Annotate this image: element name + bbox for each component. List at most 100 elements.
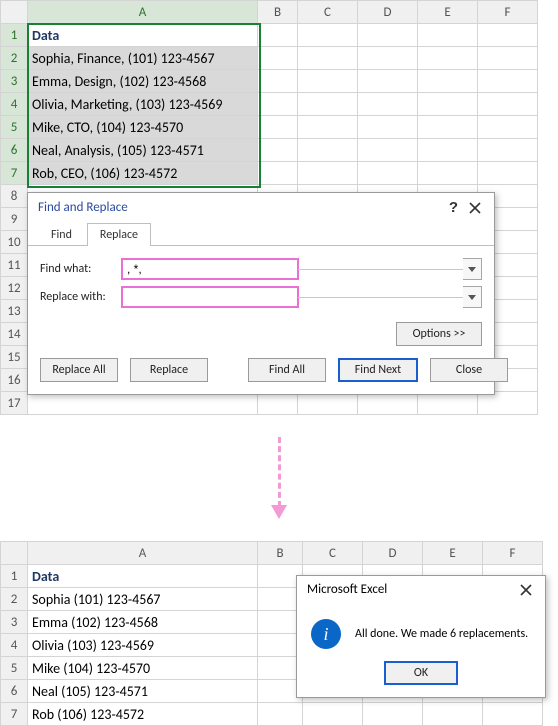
cell[interactable] (418, 116, 478, 139)
cell[interactable] (258, 93, 298, 116)
cell[interactable] (363, 703, 423, 726)
row-header[interactable]: 1 (1, 565, 28, 588)
row-header[interactable]: 5 (1, 116, 28, 139)
ok-button[interactable]: OK (384, 661, 458, 685)
row-header[interactable]: 16 (1, 369, 28, 392)
cell[interactable] (423, 703, 483, 726)
replace-with-dropdown[interactable] (463, 286, 482, 308)
cell[interactable]: Olivia (103) 123-4569 (28, 634, 258, 657)
cell[interactable] (298, 24, 358, 47)
row-header[interactable]: 4 (1, 634, 28, 657)
close-icon[interactable] (464, 201, 486, 215)
row-header[interactable]: 3 (1, 611, 28, 634)
row-header[interactable]: 14 (1, 323, 28, 346)
cell[interactable] (478, 70, 538, 93)
cell[interactable]: Emma (102) 123-4568 (28, 611, 258, 634)
cell[interactable]: Sophia (101) 123-4567 (28, 588, 258, 611)
cell[interactable] (258, 47, 298, 70)
cell[interactable] (478, 139, 538, 162)
row-header[interactable]: 2 (1, 47, 28, 70)
cell[interactable] (418, 47, 478, 70)
cell[interactable] (258, 703, 303, 726)
column-header[interactable]: C (303, 542, 363, 565)
cell[interactable] (298, 162, 358, 185)
column-header[interactable]: B (258, 1, 298, 24)
row-header[interactable]: 17 (1, 392, 28, 415)
row-header[interactable]: 7 (1, 162, 28, 185)
cell[interactable]: Rob (106) 123-4572 (28, 703, 258, 726)
find-what-input[interactable] (122, 259, 298, 279)
cell[interactable] (358, 24, 418, 47)
cell[interactable] (358, 116, 418, 139)
column-header[interactable]: F (478, 1, 538, 24)
cell[interactable] (258, 116, 298, 139)
cell[interactable] (298, 139, 358, 162)
row-header[interactable]: 6 (1, 680, 28, 703)
cell[interactable] (298, 93, 358, 116)
row-header[interactable]: 12 (1, 277, 28, 300)
cell[interactable] (298, 116, 358, 139)
cell[interactable]: Neal (105) 123-4571 (28, 680, 258, 703)
cell[interactable] (418, 70, 478, 93)
tab-replace[interactable]: Replace (87, 223, 151, 246)
cell[interactable] (418, 162, 478, 185)
row-header[interactable]: 5 (1, 657, 28, 680)
cell[interactable]: Emma, Design, (102) 123-4568 (28, 70, 258, 93)
cell[interactable]: Data (28, 565, 258, 588)
column-header[interactable]: D (358, 1, 418, 24)
cell[interactable] (358, 162, 418, 185)
row-header[interactable]: 8 (1, 185, 28, 208)
help-icon[interactable]: ? (443, 199, 464, 216)
cell[interactable] (358, 139, 418, 162)
cell[interactable] (258, 162, 298, 185)
cell[interactable] (478, 93, 538, 116)
cell[interactable]: Sophia, Finance, (101) 123-4567 (28, 47, 258, 70)
replace-with-input[interactable] (122, 287, 298, 307)
find-all-button[interactable]: Find All (248, 358, 326, 382)
options-button[interactable]: Options >> (396, 322, 482, 346)
cell[interactable] (358, 47, 418, 70)
cell[interactable]: Rob, CEO, (106) 123-4572 (28, 162, 258, 185)
find-next-button[interactable]: Find Next (338, 358, 418, 382)
cell[interactable] (478, 24, 538, 47)
row-header[interactable]: 10 (1, 231, 28, 254)
cell[interactable] (483, 703, 543, 726)
replace-button[interactable]: Replace (130, 358, 208, 382)
column-header[interactable]: B (258, 542, 303, 565)
cell[interactable] (298, 47, 358, 70)
cell[interactable] (303, 703, 363, 726)
cell[interactable] (258, 139, 298, 162)
close-button[interactable]: Close (430, 358, 508, 382)
cell[interactable] (418, 139, 478, 162)
find-what-dropdown[interactable] (463, 258, 482, 280)
cell[interactable]: Mike, CTO, (104) 123-4570 (28, 116, 258, 139)
cell[interactable]: Data (28, 24, 258, 47)
column-header[interactable]: D (363, 542, 423, 565)
row-header[interactable]: 1 (1, 24, 28, 47)
row-header[interactable]: 15 (1, 346, 28, 369)
cell[interactable]: Olivia, Marketing, (103) 123-4569 (28, 93, 258, 116)
corner-cell[interactable] (1, 1, 28, 24)
cell[interactable] (258, 24, 298, 47)
row-header[interactable]: 9 (1, 208, 28, 231)
row-header[interactable]: 2 (1, 588, 28, 611)
row-header[interactable]: 11 (1, 254, 28, 277)
tab-find[interactable]: Find (38, 223, 85, 246)
column-header[interactable]: C (298, 1, 358, 24)
column-header[interactable]: A (28, 542, 258, 565)
row-header[interactable]: 6 (1, 139, 28, 162)
cell[interactable] (478, 162, 538, 185)
column-header[interactable]: A (28, 1, 258, 24)
corner-cell[interactable] (1, 542, 28, 565)
row-header[interactable]: 3 (1, 70, 28, 93)
cell[interactable] (358, 70, 418, 93)
row-header[interactable]: 13 (1, 300, 28, 323)
column-header[interactable]: E (423, 542, 483, 565)
cell[interactable] (418, 93, 478, 116)
row-header[interactable]: 4 (1, 93, 28, 116)
column-header[interactable]: F (483, 542, 543, 565)
row-header[interactable]: 7 (1, 703, 28, 726)
replace-all-button[interactable]: Replace All (40, 358, 118, 382)
cell[interactable] (358, 93, 418, 116)
cell[interactable]: Neal, Analysis, (105) 123-4571 (28, 139, 258, 162)
